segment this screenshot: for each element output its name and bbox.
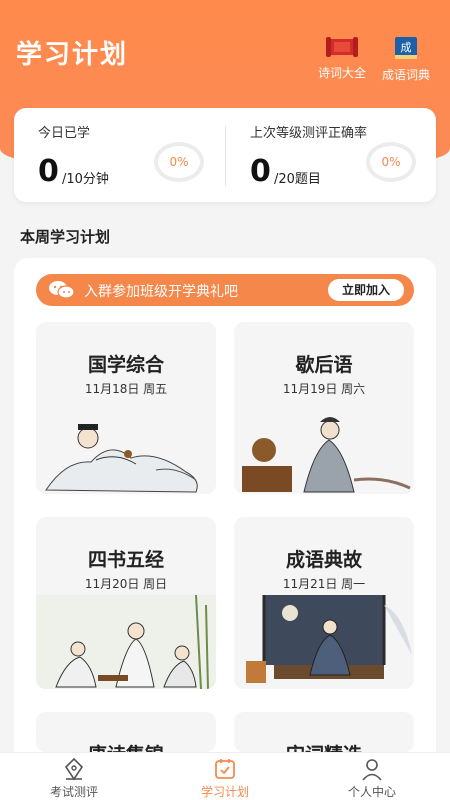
dictionary-book-icon: 成 <box>395 37 417 59</box>
today-study-value: 0 <box>38 154 59 189</box>
plan-card-date: 11月21日 周一 <box>282 577 366 591</box>
teacher-and-students-illustration <box>36 595 216 689</box>
join-now-button[interactable]: 立即加入 <box>328 279 404 301</box>
plan-card-date: 11月19日 周六 <box>282 382 366 396</box>
level-test-percent: 0% <box>381 155 401 169</box>
tab-profile-label: 个人中心 <box>347 785 396 799</box>
today-progress-ring: 0% <box>154 142 204 182</box>
plan-card-sishu[interactable]: 四书五经 11月20日 周日 <box>36 517 216 689</box>
today-study-stat: 今日已学 0 /10分钟 0% <box>14 108 224 202</box>
today-progress-percent: 0% <box>169 155 189 169</box>
idiom-dictionary-button[interactable]: 成 成语词典 <box>376 36 436 83</box>
bottom-tab-bar: 考试测评 学习计划 个人中心 <box>0 752 450 800</box>
today-study-unit: /10分钟 <box>62 172 109 187</box>
level-test-unit: /20题目 <box>274 172 321 187</box>
scholar-reclining-illustration <box>45 424 198 493</box>
plan-card-date: 11月20日 周日 <box>84 577 168 591</box>
seated-scholar-illustration <box>242 417 411 493</box>
page-title: 学习计划 <box>16 40 129 70</box>
level-test-label: 上次等级测评正确率 <box>250 126 368 141</box>
plan-card-title: 成语典故 <box>285 549 362 571</box>
tab-exam-label: 考试测评 <box>49 785 98 799</box>
plan-card-date: 11月18日 周五 <box>84 382 168 396</box>
tab-profile[interactable]: 个人中心 <box>322 757 422 800</box>
tab-study-plan[interactable]: 学习计划 <box>175 757 275 800</box>
plan-card-title: 宋词精选 <box>234 740 414 752</box>
level-test-stat: 上次等级测评正确率 0 /20题目 0% <box>226 108 436 202</box>
plan-card-songci[interactable]: 宋词精选 <box>234 712 414 752</box>
plan-card-chengyu[interactable]: 成语典故 11月21日 周一 <box>234 517 414 689</box>
dictionary-badge: 成 <box>401 41 412 54</box>
tab-exam[interactable]: 考试测评 <box>24 757 124 800</box>
plan-card-title: 歇后语 <box>295 354 353 376</box>
tab-study-plan-label: 学习计划 <box>200 785 249 799</box>
wechat-icon <box>49 281 75 299</box>
level-test-value: 0 <box>250 154 271 189</box>
poetry-collection-button[interactable]: 诗词大全 <box>312 36 372 81</box>
calendar-check-icon <box>215 759 235 779</box>
night-scholar-illustration <box>246 595 412 683</box>
person-icon <box>362 759 382 781</box>
plan-card-guoxue[interactable]: 国学综合 11月18日 周五 <box>36 322 216 494</box>
plan-card-title: 四书五经 <box>87 549 164 571</box>
level-test-ring: 0% <box>366 142 416 182</box>
plan-card-title: 国学综合 <box>87 354 164 376</box>
scroll-icon <box>326 37 358 57</box>
weekly-plan-heading: 本周学习计划 <box>20 228 111 246</box>
plan-card-xiehouyu[interactable]: 歇后语 11月19日 周六 <box>234 322 414 494</box>
idiom-dictionary-label: 成语词典 <box>381 68 430 82</box>
stats-card: 今日已学 0 /10分钟 0% 上次等级测评正确率 0 /20题目 0% <box>14 108 436 202</box>
plan-card-title: 唐诗集锦 <box>36 740 216 752</box>
plan-card-tangshi[interactable]: 唐诗集锦 <box>36 712 216 752</box>
join-group-banner[interactable]: 入群参加班级开学典礼吧 立即加入 <box>36 274 414 306</box>
banner-text: 入群参加班级开学典礼吧 <box>84 284 238 300</box>
today-study-label: 今日已学 <box>38 126 91 141</box>
pen-nib-icon <box>64 757 84 781</box>
poetry-collection-label: 诗词大全 <box>317 66 366 80</box>
